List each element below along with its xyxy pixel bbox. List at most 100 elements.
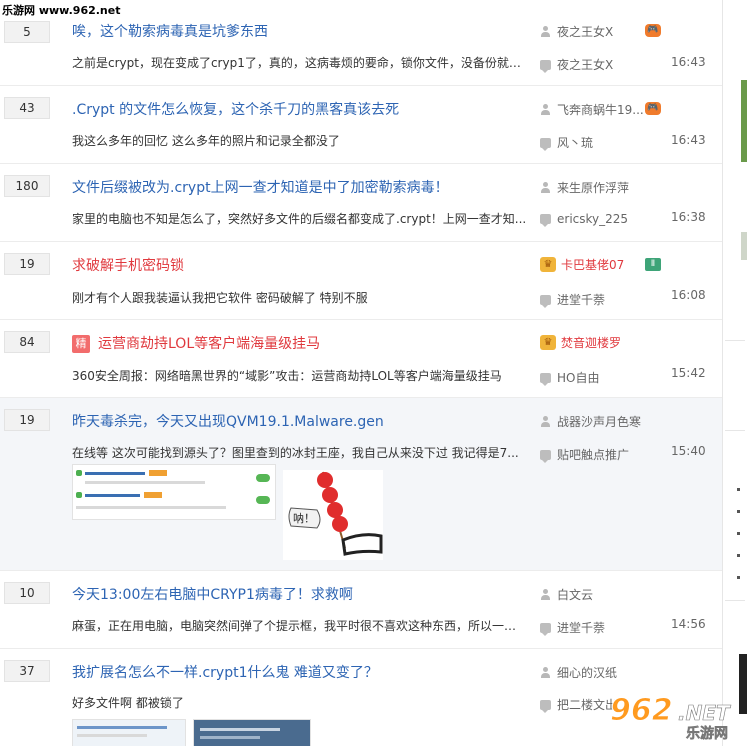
thread-title[interactable]: 我扩展名怎么不一样.crypt1什么鬼 难道又变了？ (72, 662, 378, 682)
reply-count: 19 (4, 253, 50, 275)
last-reply[interactable]: 夜之王女X (540, 56, 613, 73)
reply-icon (540, 214, 551, 227)
thread-abstract: 在线等 这次可能找到源头了？图里查到的冰封王座，我自己从来没下过 我记得是7..… (72, 446, 519, 460)
vip-icon: ♛ (540, 257, 556, 272)
thread-time: 15:42 (671, 366, 706, 380)
thread-title[interactable]: 求破解手机密码锁 (72, 255, 184, 275)
reply-icon (540, 449, 551, 463)
reply-count: 19 (4, 409, 50, 431)
thread-row: 19 求破解手机密码锁 ♛ 卡巴基佬07 Ⅱ 刚才有个人跟我装逼认我把它软件 密码… (0, 242, 722, 320)
reply-count: 84 (4, 331, 50, 353)
author[interactable]: 白文云 (540, 586, 593, 603)
thread-time: 16:08 (671, 288, 706, 302)
reply-count: 43 (4, 97, 50, 119)
last-reply-name[interactable]: 风丶琉 (557, 134, 593, 151)
thread-abstract: 麻蛋，正在用电脑，电脑突然间弹了个提示框，我平时很不喜欢这种东西，所以一直... (72, 619, 527, 633)
author-name[interactable]: 来生原作浮萍 (557, 179, 629, 196)
author[interactable]: 战器沙声月色寒 (540, 413, 641, 430)
level-badge-icon: Ⅱ (645, 258, 661, 271)
last-reply[interactable]: 贴吧触点推广 (540, 446, 629, 463)
last-reply-name[interactable]: HO自由 (557, 369, 599, 386)
thread-time: 16:38 (671, 210, 706, 224)
user-icon (540, 25, 551, 38)
author-name[interactable]: 细心的汉纸 (557, 664, 617, 681)
featured-tag: 精 (72, 335, 90, 353)
thread-title-text[interactable]: 运营商劫持LOL等客户端海量级挂马 (98, 336, 320, 352)
thread-abstract: 我这么多年的回忆 这么多年的照片和记录全都没了 (72, 134, 340, 148)
thread-title[interactable]: 精运营商劫持LOL等客户端海量级挂马 (72, 333, 320, 353)
last-reply-name[interactable]: 夜之王女X (557, 56, 613, 73)
last-reply-name[interactable]: 进堂千萘 (557, 291, 605, 308)
author[interactable]: 飞奔商蜗牛19... (540, 101, 644, 118)
svg-text:乐游网: 乐游网 (686, 725, 728, 742)
thread-title[interactable]: .Crypt 的文件怎么恢复，这个杀千刀的黑客真该去死 (72, 99, 399, 119)
thread-abstract: 之前是crypt，现在变成了cryp1了，真的，这病毒烦的要命，锁你文件，没备份… (72, 56, 527, 70)
thread-time: 15:40 (671, 444, 706, 458)
thread-time: 14:56 (671, 617, 706, 631)
thread-list: 5 唉，这个勒索病毒真是坑爹东西 夜之王女X 🎮 之前是crypt，现在变成了c… (0, 0, 722, 746)
reply-count: 5 (4, 21, 50, 43)
thread-title[interactable]: 昨天毒杀完，今天又出现QVM19.1.Malware.gen (72, 411, 384, 431)
vip-icon: ♛ (540, 335, 556, 350)
thread-row: 10 今天13:00左右电脑中CRYP1病毒了！求救啊 白文云 麻蛋，正在用电脑… (0, 571, 722, 649)
962-logo: 962 .NET 乐游网 (606, 690, 741, 743)
last-reply[interactable]: HO自由 (540, 369, 599, 386)
last-reply-name[interactable]: 贴吧触点推广 (557, 446, 629, 463)
thread-abstract: 刚才有个人跟我装逼认我把它软件 密码破解了 特别不服 (72, 291, 368, 305)
last-reply[interactable]: ericsky_225 (540, 212, 628, 227)
thread-row: 19 昨天毒杀完，今天又出现QVM19.1.Malware.gen 战器沙声月色… (0, 398, 722, 571)
thread-image-sticker[interactable]: 呐！ (283, 470, 383, 560)
author[interactable]: 来生原作浮萍 (540, 179, 629, 196)
user-icon (540, 588, 551, 601)
reply-count: 180 (4, 175, 50, 197)
site-watermark: 乐游网 www.962.net (0, 0, 125, 20)
author[interactable]: 夜之王女X (540, 23, 613, 40)
reply-icon (540, 294, 551, 308)
user-icon (540, 103, 551, 116)
game-badge-icon: 🎮 (645, 102, 661, 115)
right-sidebar-edge (722, 0, 747, 746)
author[interactable]: 细心的汉纸 (540, 664, 617, 681)
thread-abstract: 好多文件啊 都被锁了 (72, 696, 184, 710)
author[interactable]: ♛ 焚音迦楼罗 (540, 334, 621, 351)
sticker-text: 呐！ (293, 512, 315, 525)
thread-image-screenshot[interactable] (72, 464, 276, 520)
svg-text:.NET: .NET (678, 701, 731, 725)
reply-icon (540, 699, 551, 713)
author[interactable]: ♛ 卡巴基佬07 (540, 256, 624, 273)
thread-title[interactable]: 唉，这个勒索病毒真是坑爹东西 (72, 21, 268, 41)
author-name[interactable]: 飞奔商蜗牛19... (557, 101, 644, 118)
thread-time: 16:43 (671, 133, 706, 147)
thread-image-thumb[interactable] (72, 719, 186, 746)
reply-icon (540, 137, 551, 151)
reply-count: 37 (4, 660, 50, 682)
thread-row: 84 精运营商劫持LOL等客户端海量级挂马 ♛ 焚音迦楼罗 360安全周报：网络暗… (0, 320, 722, 398)
candied-haws-sticker: 呐！ (288, 471, 383, 556)
author-name[interactable]: 焚音迦楼罗 (561, 334, 621, 351)
game-badge-icon: 🎮 (645, 24, 661, 37)
thread-title[interactable]: 今天13:00左右电脑中CRYP1病毒了！求救啊 (72, 584, 353, 604)
user-icon (540, 181, 551, 194)
author-name[interactable]: 白文云 (557, 586, 593, 603)
reply-count: 10 (4, 582, 50, 604)
author-name[interactable]: 夜之王女X (557, 23, 613, 40)
thread-row: 43 .Crypt 的文件怎么恢复，这个杀千刀的黑客真该去死 飞奔商蜗牛19..… (0, 86, 722, 164)
reply-icon (540, 622, 551, 636)
last-reply-name[interactable]: 进堂千萘 (557, 619, 605, 636)
author-name[interactable]: 卡巴基佬07 (561, 256, 624, 273)
thread-title[interactable]: 文件后缀被改为.crypt上网一查才知道是中了加密勒索病毒！ (72, 177, 449, 197)
last-reply[interactable]: 风丶琉 (540, 134, 593, 151)
thread-abstract: 360安全周报：网络暗黑世界的“域影”攻击：运营商劫持LOL等客户端海量级挂马 (72, 369, 502, 383)
last-reply[interactable]: 进堂千萘 (540, 291, 605, 308)
thread-row: 180 文件后缀被改为.crypt上网一查才知道是中了加密勒索病毒！ 来生原作浮… (0, 164, 722, 242)
reply-icon (540, 372, 551, 386)
user-icon (540, 415, 551, 428)
thread-time: 16:43 (671, 55, 706, 69)
svg-text:962: 962 (610, 693, 673, 728)
thread-image-thumb[interactable] (193, 719, 311, 746)
962-logo-mark: 962 .NET 乐游网 (610, 693, 732, 743)
last-reply[interactable]: 进堂千萘 (540, 619, 605, 636)
author-name[interactable]: 战器沙声月色寒 (557, 413, 641, 430)
reply-icon (540, 59, 551, 73)
last-reply-name[interactable]: ericsky_225 (557, 212, 628, 226)
